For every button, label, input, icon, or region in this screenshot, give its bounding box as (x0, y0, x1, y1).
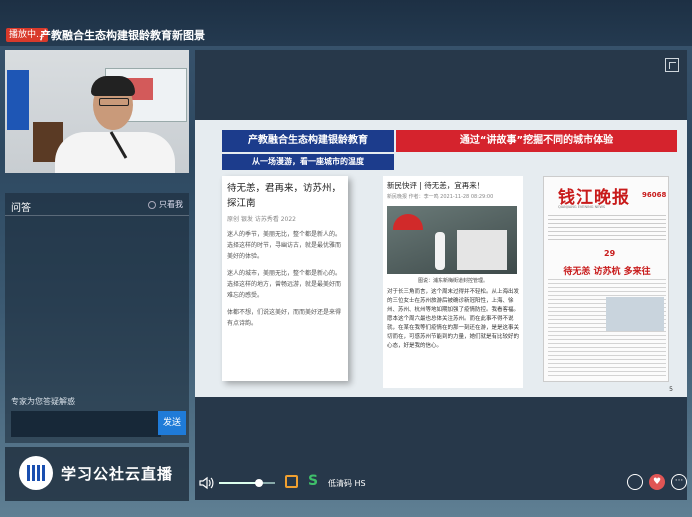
article-paragraph: 体都不想，们说这美好，而而美好还是来得有点诗韵。 (227, 309, 342, 327)
raise-hand-icon[interactable] (627, 474, 643, 490)
brand-banner: 学习公社云直播 (5, 447, 189, 501)
player-controls: S 低清码 HS ♥ ··· (195, 472, 687, 496)
page-title: 产教融合生态构建银龄教育新图景 (40, 29, 205, 42)
screenshot-icon[interactable] (285, 475, 298, 488)
worker-figure (435, 232, 445, 270)
article-paragraph: 迷人的城市，美丽无比，整个都是新心的。选择这样的地方，曾畅远游，就是最美好而难忘… (227, 270, 342, 299)
brand-bars-icon (27, 465, 45, 481)
article-title: 待无恙，君再来，访苏州，探江南 (227, 183, 342, 209)
switch-icon[interactable]: S (308, 473, 318, 489)
brand-name: 学习公社云直播 (61, 465, 174, 483)
only-me-label: 只看我 (159, 200, 183, 209)
newspaper-headline: 待无恙 访苏杭 多来往 (563, 267, 651, 277)
news-photo (387, 206, 517, 274)
more-icon[interactable]: ··· (671, 474, 687, 490)
qa-panel: 问答 只看我 专家为您答疑解惑 发送 (5, 193, 189, 443)
camera-feed (5, 50, 189, 173)
article-card: 待无恙，君再来，访苏州，探江南 原创 银发 访苏秀看 2022 迷人的季节，美丽… (222, 176, 348, 381)
volume-icon[interactable] (199, 476, 215, 490)
radio-icon[interactable] (148, 200, 156, 209)
divider (5, 215, 189, 216)
news-caption: 图说：浦东新梅街道封控管理。 (417, 278, 488, 284)
presentation-slide: 产教融合生态构建银龄教育 通过“讲故事”挖掘不同的城市体验 从一场漫游，看一座城… (195, 120, 687, 397)
send-button[interactable]: 发送 (158, 411, 186, 435)
news-meta: 新民晚报 作者：李一鸣 2021-11-28 08:29:00 (387, 194, 494, 200)
news-title: 新民快评 | 待无恙，宜再来！ (387, 181, 485, 190)
article-paragraph: 迷人的季节，美丽无比，整个都是新人的。选择这样的时节，寻幽访古，就是最优雅而美好… (227, 231, 342, 260)
slide-page-number: 5 (669, 386, 673, 393)
tent-image (457, 230, 507, 270)
newspaper-columns (548, 215, 666, 243)
slide-subheader: 从一场漫游，看一座城市的温度 (222, 154, 394, 170)
newspaper-date: 29 (604, 249, 616, 258)
newspaper-english: QIANJIANG EVENING NEWS (558, 205, 606, 209)
volume-slider[interactable] (219, 479, 275, 487)
newspaper-photo (606, 297, 664, 331)
news-text: 对于长三角而言，这个周末过得并不轻松。从上海出发的三位女士在苏州旅游后被确诊新冠… (387, 289, 520, 349)
slide-header-left: 产教融合生态构建银龄教育 (222, 130, 394, 152)
like-icon[interactable]: ♥ (649, 474, 665, 490)
newspaper-image: 钱江晚报 QIANJIANG EVENING NEWS 96068 29 待无恙… (543, 176, 669, 382)
fullscreen-icon[interactable] (665, 58, 679, 72)
flag-image (7, 70, 29, 130)
quality-selector[interactable]: 低清码 HS (328, 478, 366, 489)
umbrella-image (393, 214, 423, 230)
only-me-toggle[interactable]: 只看我 (148, 199, 183, 210)
qa-title: 问答 (11, 203, 31, 214)
main-stage: 产教融合生态构建银龄教育 通过“讲故事”挖掘不同的城市体验 从一场漫游，看一座城… (195, 50, 687, 500)
newspaper-number: 96068 (642, 191, 667, 199)
slide-header-right: 通过“讲故事”挖掘不同的城市体验 (396, 130, 677, 152)
news-card: 新民快评 | 待无恙，宜再来！ 新民晚报 作者：李一鸣 2021-11-28 0… (383, 176, 523, 388)
question-input[interactable] (11, 411, 161, 437)
volume-thumb[interactable] (255, 479, 264, 487)
article-meta: 原创 银发 访苏秀看 2022 (227, 216, 296, 223)
top-bar: 播放中... 产教融合生态构建银龄教育新图景 (0, 0, 692, 46)
qa-hint: 专家为您答疑解惑 (11, 397, 75, 406)
volume-fill (219, 482, 260, 484)
